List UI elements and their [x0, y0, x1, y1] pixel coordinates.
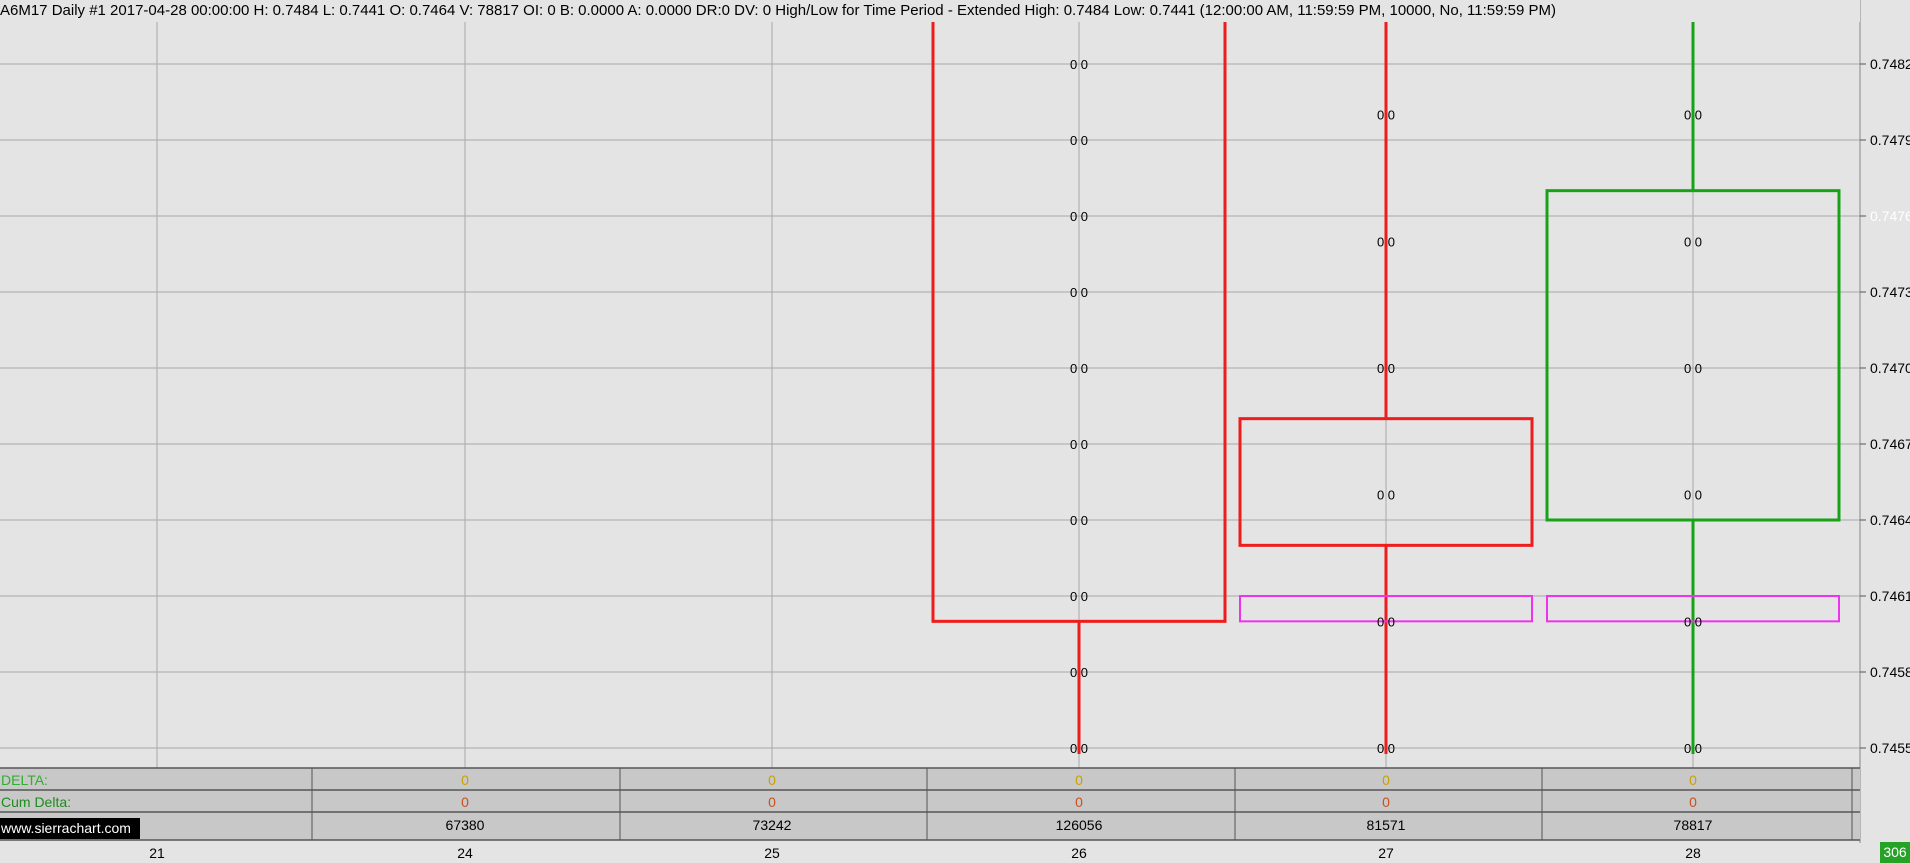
volume-value: 73242 [753, 817, 792, 833]
level-label: 0 0 [1377, 488, 1395, 503]
cum-delta-value: 0 [1075, 794, 1083, 810]
level-label: 0 0 [1070, 513, 1088, 528]
y-tick-label: 0.7479 [1870, 132, 1910, 148]
volume-value: 78817 [1674, 817, 1713, 833]
cum-delta-value: 0 [461, 794, 469, 810]
corner-badge: 306 [1880, 842, 1910, 863]
level-label: 0 0 [1070, 361, 1088, 376]
level-label: 0 0 [1377, 234, 1395, 249]
level-label: 0 0 [1070, 285, 1088, 300]
level-label: 0 0 [1070, 665, 1088, 680]
delta-value: 0 [461, 772, 469, 788]
cum-delta-value: 0 [1382, 794, 1390, 810]
x-tick-label: 24 [457, 845, 473, 861]
level-label: 0 0 [1684, 614, 1702, 629]
level-label: 0 0 [1070, 437, 1088, 452]
level-label: 0 0 [1684, 741, 1702, 756]
y-tick-label: 0.7476 [1870, 208, 1910, 224]
level-label: 0 0 [1377, 614, 1395, 629]
x-tick-label: 25 [764, 845, 780, 861]
level-label: 0 0 [1070, 57, 1088, 72]
cum-delta-value: 0 [1689, 794, 1697, 810]
volume-value: 67380 [446, 817, 485, 833]
level-label: 0 0 [1377, 108, 1395, 123]
level-label: 0 0 [1377, 741, 1395, 756]
grid-lines [0, 0, 1861, 843]
footer-study-rows: 0 0 67380 0 0 73242 0 0 126056 0 0 81571 0 0 78817 [0, 767, 1860, 841]
delta-value: 0 [1382, 772, 1390, 788]
x-tick-label: 28 [1685, 845, 1701, 861]
chart-header-info: A6M17 Daily #1 2017-04-28 00:00:00 H: 0.… [0, 2, 1556, 19]
x-tick-label: 27 [1378, 845, 1394, 861]
level-label: 0 0 [1684, 361, 1702, 376]
y-tick-label: 0.7458 [1870, 664, 1910, 680]
y-tick-label: 0.7455 [1870, 740, 1910, 756]
level-label: 0 0 [1070, 209, 1088, 224]
level-label: 0 0 [1684, 234, 1702, 249]
y-tick-label: 0.7464 [1870, 512, 1910, 528]
level-label: 0 0 [1070, 133, 1088, 148]
y-tick-label: 0.7470 [1870, 360, 1910, 376]
level-label: 0 0 [1070, 589, 1088, 604]
delta-label: DELTA: [1, 772, 48, 788]
price-chart[interactable]: 0 00 00 00 00 00 00 00 00 00 00 00 00 00… [0, 0, 1910, 863]
y-tick-label: 0.7461 [1870, 588, 1910, 604]
footer-background [0, 768, 1860, 840]
cum-delta-value: 0 [768, 794, 776, 810]
y-tick-label: 0.7482 [1870, 56, 1910, 72]
delta-value: 0 [1075, 772, 1083, 788]
price-axis[interactable]: 0.75000.74970.74940.74910.74880.74850.74… [1860, 0, 1910, 756]
x-tick-label: 21 [149, 845, 165, 861]
volume-value: 81571 [1367, 817, 1406, 833]
level-label: 0 0 [1684, 108, 1702, 123]
y-tick-label: 0.7467 [1870, 436, 1910, 452]
sierrachart-brand-label[interactable]: www.sierrachart.com [0, 818, 140, 839]
cum-delta-label: Cum Delta: [1, 794, 72, 810]
level-label: 0 0 [1377, 361, 1395, 376]
delta-value: 0 [768, 772, 776, 788]
level-label: 0 0 [1684, 488, 1702, 503]
date-axis[interactable]: 21 24 25 26 27 28 [149, 845, 1701, 861]
volume-value: 126056 [1056, 817, 1103, 833]
y-tick-label: 0.7473 [1870, 284, 1910, 300]
delta-value: 0 [1689, 772, 1697, 788]
x-tick-label: 26 [1071, 845, 1087, 861]
level-label: 0 0 [1070, 741, 1088, 756]
